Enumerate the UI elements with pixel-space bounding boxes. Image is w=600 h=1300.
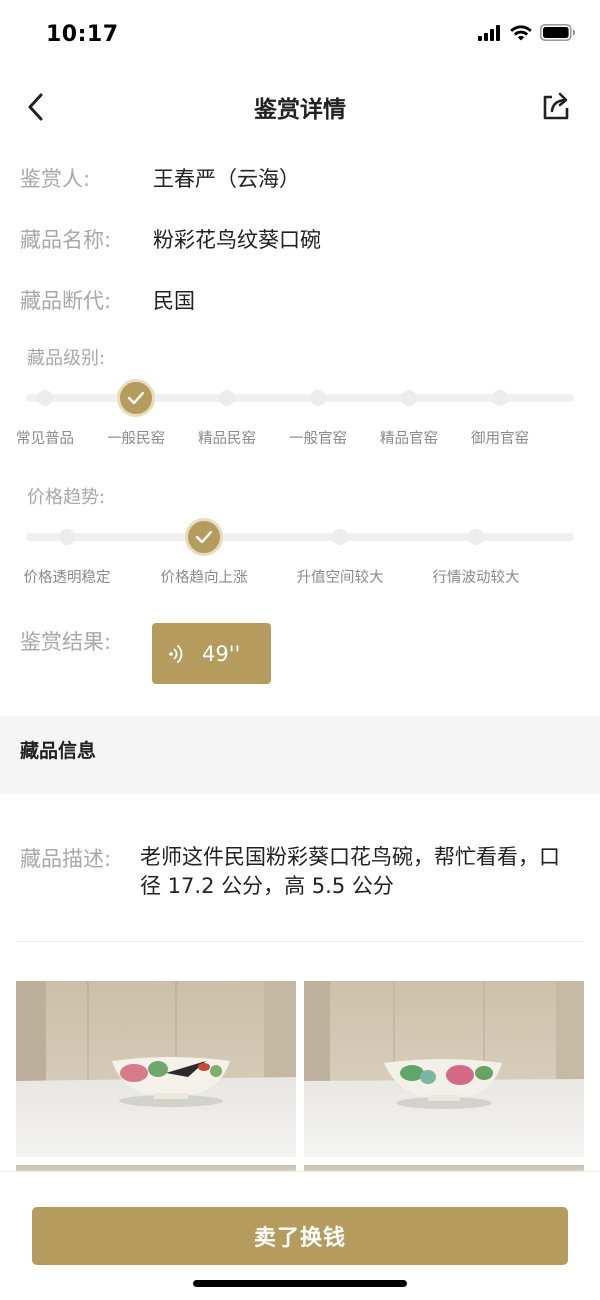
- price-trend-option-label[interactable]: 价格趋向上涨: [161, 566, 248, 587]
- audio-play-button[interactable]: 49'': [152, 623, 271, 684]
- era-label: 藏品断代:: [20, 289, 112, 313]
- cellular-signal-icon: [478, 24, 502, 45]
- share-button[interactable]: [538, 88, 574, 124]
- grade-slider[interactable]: [26, 379, 574, 417]
- era-row: 藏品断代: 民国: [20, 285, 195, 315]
- era-value: 民国: [153, 289, 195, 313]
- item-photo-2[interactable]: [304, 981, 584, 1157]
- sell-button[interactable]: 卖了换钱: [32, 1207, 568, 1265]
- appraiser-value: 王春严（云海）: [153, 167, 300, 191]
- price-trend-option-label[interactable]: 价格透明稳定: [24, 566, 111, 587]
- grade-option-label[interactable]: 一般官窑: [289, 427, 347, 448]
- page-title: 鉴赏详情: [254, 97, 346, 123]
- status-time: 10:17: [46, 22, 119, 47]
- price-trend-label: 价格趋势:: [27, 487, 106, 508]
- grade-slider-thumb[interactable]: [117, 379, 155, 417]
- price-trend-slider-step[interactable]: [332, 529, 348, 545]
- grade-label: 藏品级别:: [27, 348, 106, 369]
- description-label: 藏品描述:: [20, 847, 112, 871]
- price-trend-slider-step[interactable]: [468, 529, 484, 545]
- status-bar: 10:17: [0, 0, 600, 70]
- price-trend-option-label[interactable]: 升值空间较大: [297, 566, 384, 587]
- appraiser-row: 鉴赏人: 王春严（云海）: [20, 163, 300, 193]
- grade-slider-step[interactable]: [219, 390, 235, 406]
- grade-option-label[interactable]: 精品民窑: [198, 427, 256, 448]
- battery-icon: [540, 24, 576, 45]
- divider: [16, 941, 584, 942]
- wifi-icon: [510, 24, 532, 45]
- share-icon: [543, 92, 569, 120]
- item-name-value: 粉彩花鸟纹葵口碗: [153, 228, 321, 252]
- appraiser-label: 鉴赏人:: [20, 167, 91, 191]
- check-icon: [127, 391, 145, 405]
- audio-duration: 49'': [202, 641, 241, 666]
- collection-info-title: 藏品信息: [20, 740, 97, 762]
- grade-option-label[interactable]: 御用官窑: [471, 427, 529, 448]
- nav-bar: 鉴赏详情: [0, 72, 600, 142]
- price-trend-slider-thumb[interactable]: [185, 518, 223, 556]
- description-text: 老师这件民国粉彩葵口花鸟碗，帮忙看看，口径 17.2 公分，高 5.5 公分: [140, 845, 560, 898]
- price-trend-slider-step[interactable]: [59, 529, 75, 545]
- price-trend-option-label[interactable]: 行情波动较大: [433, 566, 520, 587]
- item-photo-1[interactable]: [16, 981, 296, 1157]
- grade-slider-step[interactable]: [401, 390, 417, 406]
- result-label: 鉴赏结果:: [20, 630, 112, 654]
- grade-option-label[interactable]: 精品官窑: [380, 427, 438, 448]
- grade-slider-step[interactable]: [492, 390, 508, 406]
- sound-wave-icon: [168, 643, 186, 665]
- grade-option-label[interactable]: 一般民窑: [107, 427, 165, 448]
- price-trend-slider[interactable]: [26, 518, 574, 556]
- bottom-action-bar: 卖了换钱: [0, 1171, 600, 1300]
- item-name-label: 藏品名称:: [20, 228, 112, 252]
- grade-slider-step[interactable]: [310, 390, 326, 406]
- collection-info-header: 藏品信息: [0, 716, 600, 794]
- check-icon: [195, 530, 213, 544]
- grade-option-label[interactable]: 常见普品: [16, 427, 74, 448]
- grade-slider-step[interactable]: [37, 390, 53, 406]
- status-icons: [478, 24, 576, 45]
- home-indicator: [193, 1280, 407, 1287]
- item-name-row: 藏品名称: 粉彩花鸟纹葵口碗: [20, 224, 321, 254]
